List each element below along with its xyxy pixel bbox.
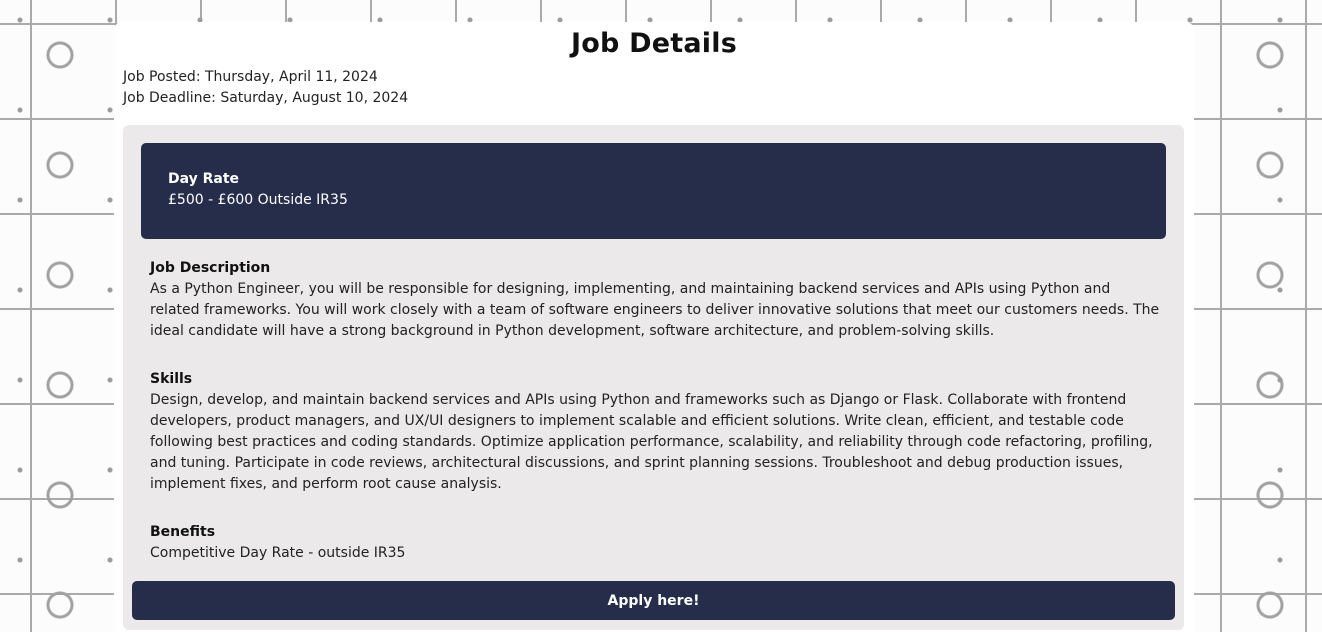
- job-posted-date: Job Posted: Thursday, April 11, 2024: [123, 69, 378, 85]
- day-rate-box: Day Rate £500 - £600 Outside IR35: [141, 143, 1166, 239]
- apply-button[interactable]: Apply here!: [132, 581, 1175, 620]
- job-details-card: Job Details Job Posted: Thursday, April …: [114, 22, 1194, 632]
- skills-section: Skills Design, develop, and maintain bac…: [150, 369, 1160, 495]
- day-rate-value: £500 - £600 Outside IR35: [168, 192, 348, 208]
- day-rate-label: Day Rate: [168, 171, 240, 187]
- job-deadline-date: Job Deadline: Saturday, August 10, 2024: [123, 90, 409, 106]
- job-description-text: As a Python Engineer, you will be respon…: [150, 281, 1160, 339]
- benefits-text: Competitive Day Rate - outside IR35: [150, 545, 406, 561]
- skills-text: Design, develop, and maintain backend se…: [150, 392, 1153, 492]
- job-info-panel: Day Rate £500 - £600 Outside IR35 Job De…: [123, 125, 1184, 630]
- job-description-heading: Job Description: [150, 260, 271, 276]
- benefits-section: Benefits Competitive Day Rate - outside …: [150, 522, 1160, 564]
- skills-heading: Skills: [150, 371, 193, 387]
- page-title: Job Details: [571, 28, 737, 59]
- benefits-heading: Benefits: [150, 524, 216, 540]
- job-description-section: Job Description As a Python Engineer, yo…: [150, 258, 1160, 342]
- job-dates: Job Posted: Thursday, April 11, 2024 Job…: [123, 67, 408, 109]
